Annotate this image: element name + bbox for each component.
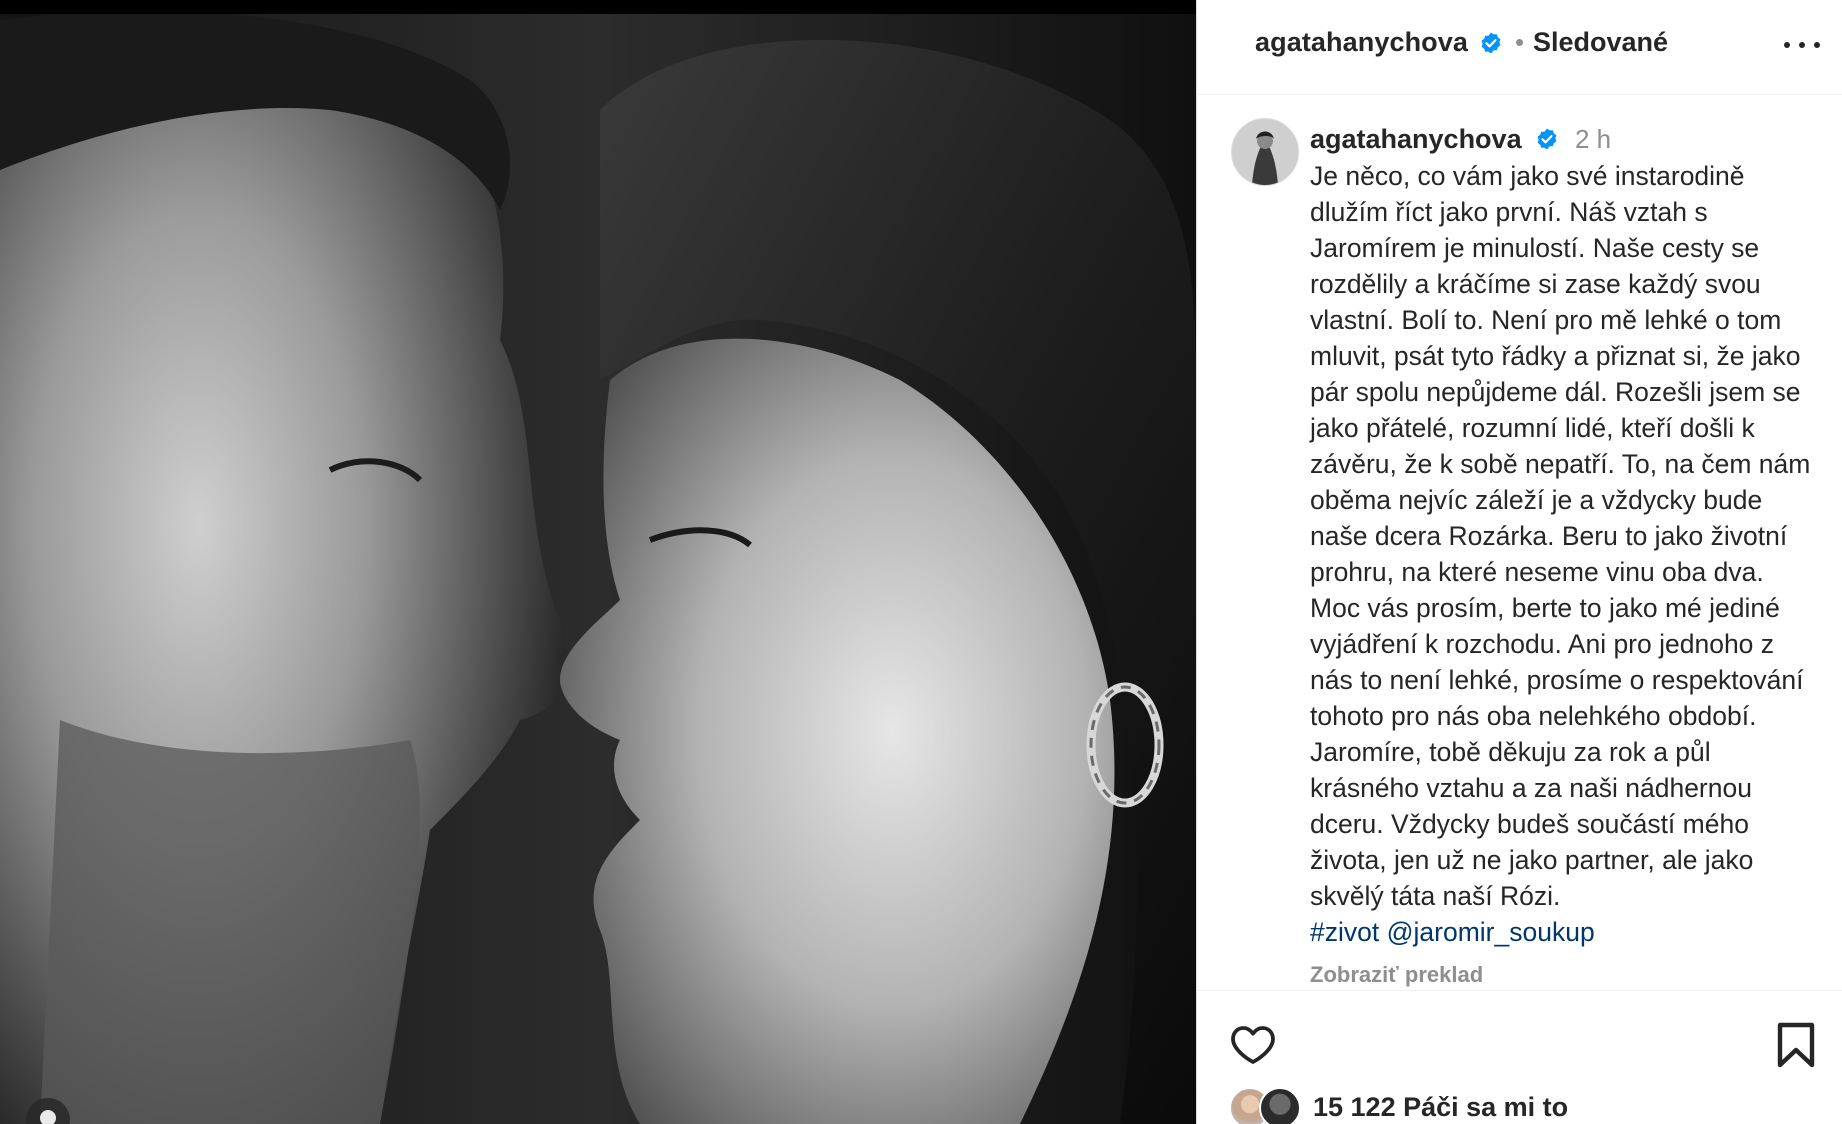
caption-line: Je něco, co vám jako své instarodině — [1310, 161, 1745, 191]
caption-line: života, jen už ne jako partner, ale jako — [1310, 845, 1754, 875]
post-header: agatahanychova • Sledované — [1197, 0, 1842, 95]
caption-line: oběma nejvíc záleží je a vždycky bude — [1310, 485, 1763, 515]
caption-line: skvělý táta naší Rózi. — [1310, 881, 1561, 911]
caption-line: jako přátelé, rozumní lidé, kteří došli … — [1310, 413, 1755, 443]
likes-summary[interactable]: 15 122 Páči sa mi to — [1229, 1085, 1568, 1124]
caption-line: tohoto pro nás oba nelehkého období. — [1310, 701, 1757, 731]
caption-tags: #zivot @jaromir_soukup — [1310, 914, 1595, 950]
follow-status-button[interactable]: Sledované — [1533, 27, 1668, 58]
caption-line: rozdělily a kráčíme si zase každý svou — [1310, 269, 1761, 299]
caption-line: závěru, že k sobě nepatří. To, na čem ná… — [1310, 449, 1811, 479]
caption-line: nás to není lehké, prosíme o respektován… — [1310, 665, 1804, 695]
caption-line: krásného vztahu a za naši nádhernou — [1310, 773, 1752, 803]
caption-line: vlastní. Bolí to. Není pro mě lehké o to… — [1310, 305, 1782, 335]
photo-image — [0, 0, 1196, 1124]
avatar-image — [1232, 119, 1298, 185]
post-photo[interactable] — [0, 0, 1196, 1124]
verified-badge-icon — [1481, 32, 1501, 54]
bookmark-icon[interactable] — [1774, 1021, 1818, 1069]
verified-badge-icon — [1537, 128, 1557, 150]
liker-avatars — [1229, 1087, 1301, 1124]
hashtag-link[interactable]: #zivot — [1310, 917, 1379, 947]
author-avatar[interactable] — [1231, 118, 1299, 186]
caption-line: naše dcera Rozárka. Beru to jako životní — [1310, 521, 1788, 551]
caption-line: mluvit, psát tyto řádky a přiznat si, že… — [1310, 341, 1801, 371]
caption-line: Moc vás prosím, berte to jako mé jediné — [1310, 593, 1780, 623]
likes-count[interactable]: 15 122 Páči sa mi to — [1313, 1092, 1568, 1123]
caption-line: dceru. Vždycky budeš součástí mého — [1310, 809, 1749, 839]
caption-line: dlužím říct jako první. Náš vztah s — [1310, 197, 1708, 227]
caption-text: Je něco, co vám jako své instarodině dlu… — [1310, 158, 1820, 914]
post-timestamp[interactable]: 2 h — [1575, 124, 1611, 155]
more-options-icon[interactable] — [1784, 30, 1820, 60]
caption-line: pár spolu nepůjdeme dál. Rozešli jsem se — [1310, 377, 1801, 407]
post-actions: 15 122 Páči sa mi to — [1197, 990, 1842, 1124]
caption-line: Jaromíre, tobě děkuju za rok a půl — [1310, 737, 1711, 767]
caption-line: Jaromírem je minulostí. Naše cesty se — [1310, 233, 1760, 263]
post-sidebar: agatahanychova • Sledované agatahanychov… — [1196, 0, 1842, 1124]
separator-dot: • — [1515, 27, 1525, 57]
heart-icon[interactable] — [1229, 1021, 1277, 1069]
caption-line: prohru, na které neseme vinu oba dva. — [1310, 557, 1764, 587]
author-username-link[interactable]: agatahanychova — [1255, 27, 1468, 58]
liker-avatar — [1259, 1087, 1301, 1124]
mention-link[interactable]: @jaromir_soukup — [1387, 917, 1595, 947]
post-viewer: agatahanychova • Sledované agatahanychov… — [0, 0, 1842, 1124]
caption-username-link[interactable]: agatahanychova — [1310, 124, 1522, 155]
caption-line: vyjádření k rozchodu. Ani pro jednoho z — [1310, 629, 1775, 659]
see-translation-link[interactable]: Zobraziť preklad — [1310, 962, 1483, 988]
